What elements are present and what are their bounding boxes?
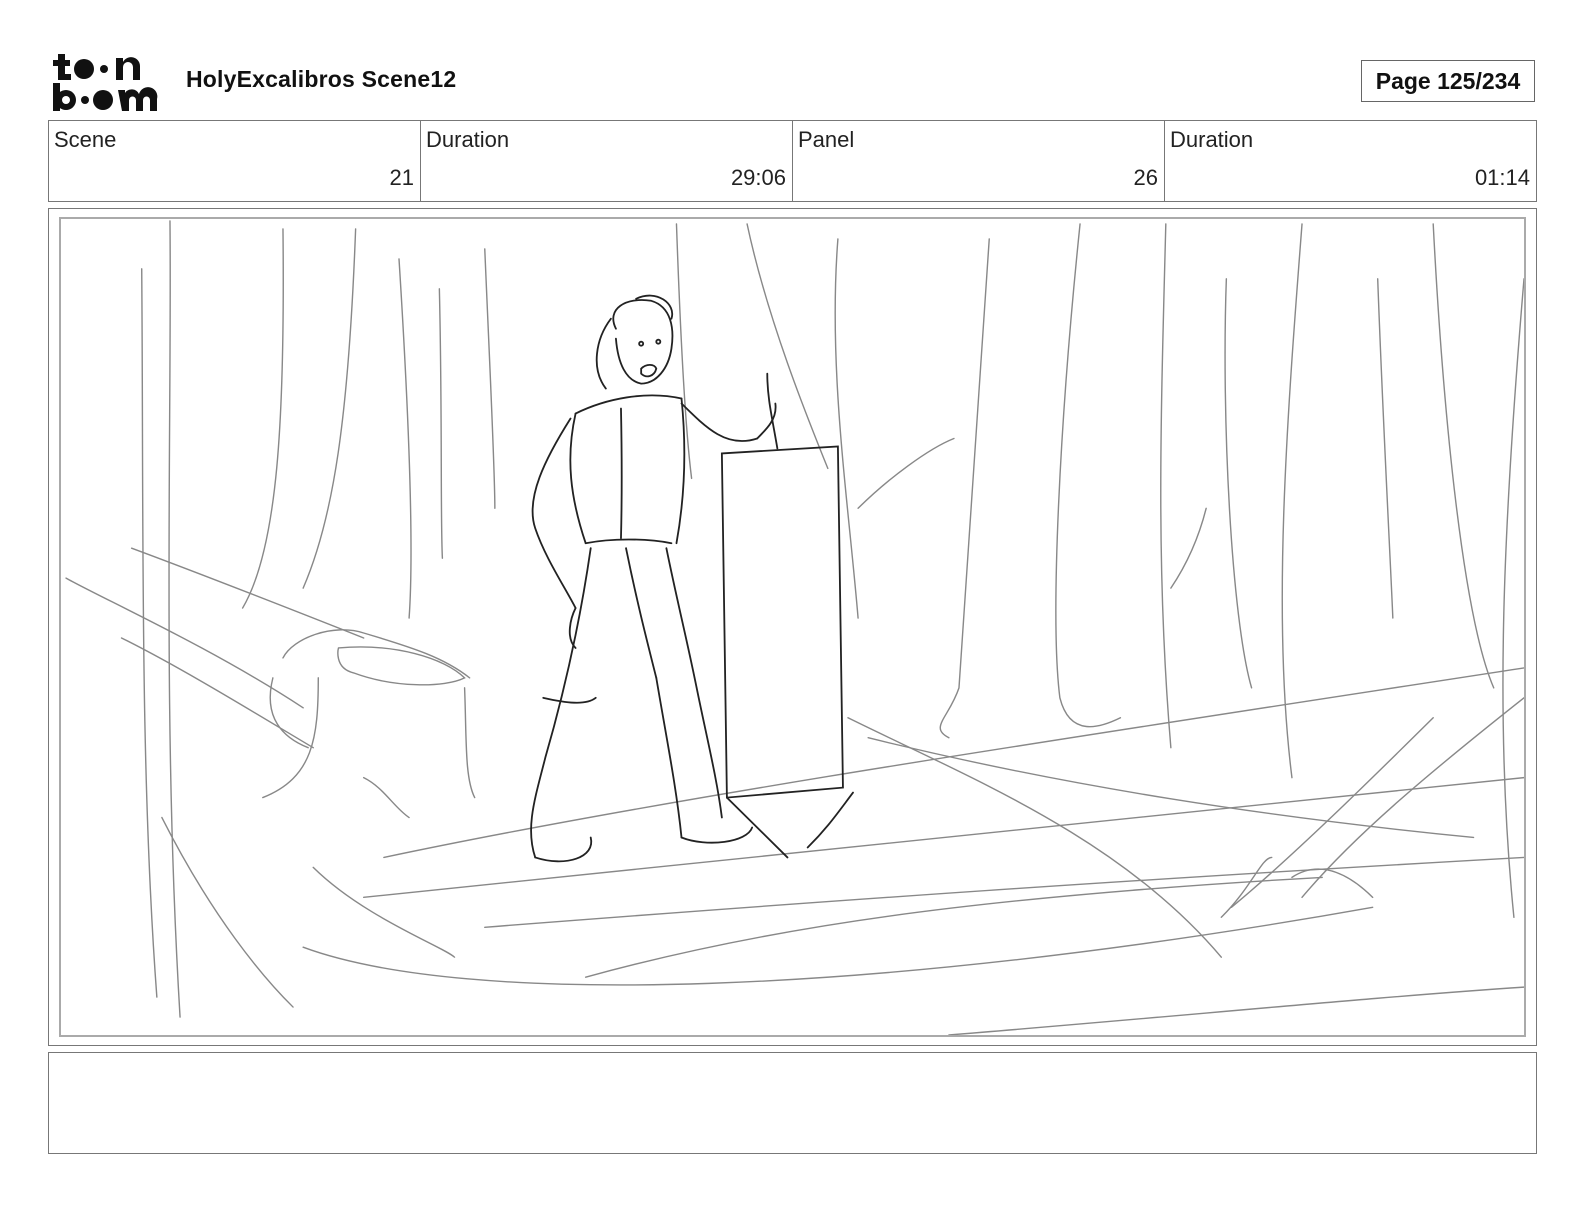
scene-duration-value: 29:06 xyxy=(730,165,786,190)
scene-label: Scene xyxy=(54,127,117,152)
panel-label: Panel xyxy=(798,127,855,152)
info-table: Scene 21 Duration 29:06 Panel 26 Duratio… xyxy=(48,120,1537,202)
panel-duration-cell: Duration 01:14 xyxy=(1165,121,1536,201)
toon-boom-logo-icon xyxy=(53,54,158,111)
storyboard-panel xyxy=(59,217,1526,1037)
scene-cell: Scene 21 xyxy=(49,121,421,201)
panel-duration-label: Duration xyxy=(1170,127,1254,152)
scene-duration-label: Duration xyxy=(426,127,510,152)
toon-boom-logo xyxy=(50,50,166,114)
scene-duration-cell: Duration 29:06 xyxy=(421,121,793,201)
panel-cell: Panel 26 xyxy=(793,121,1165,201)
panel-duration-value: 01:14 xyxy=(1474,165,1530,190)
panel-sketch-drawing xyxy=(65,220,1524,1035)
scene-value: 21 xyxy=(389,165,414,190)
storyboard-panel-frame xyxy=(48,208,1537,1046)
panel-value: 26 xyxy=(1133,165,1158,190)
document-title: HolyExcalibros Scene12 xyxy=(186,66,457,92)
panel-notes-box[interactable] xyxy=(48,1052,1537,1154)
page-indicator: Page 125/234 xyxy=(1361,60,1535,102)
